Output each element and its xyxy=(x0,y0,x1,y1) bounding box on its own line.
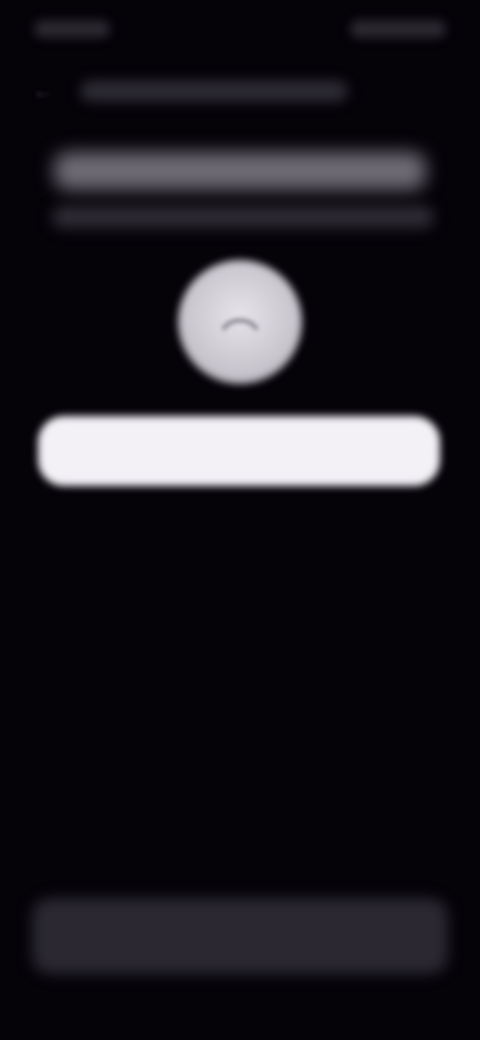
status-time xyxy=(34,20,110,38)
status-icons xyxy=(350,20,446,38)
page-heading xyxy=(54,152,426,190)
avatar-placeholder-icon xyxy=(222,318,258,331)
page-subheading xyxy=(52,206,434,228)
bottom-action-button-label xyxy=(32,898,448,974)
status-bar xyxy=(0,0,480,60)
app-bar-title xyxy=(80,80,348,102)
back-arrow-icon[interactable]: ← xyxy=(32,80,54,102)
primary-button-label xyxy=(38,416,440,486)
primary-button[interactable] xyxy=(38,416,440,486)
bottom-action-button[interactable] xyxy=(32,898,448,974)
